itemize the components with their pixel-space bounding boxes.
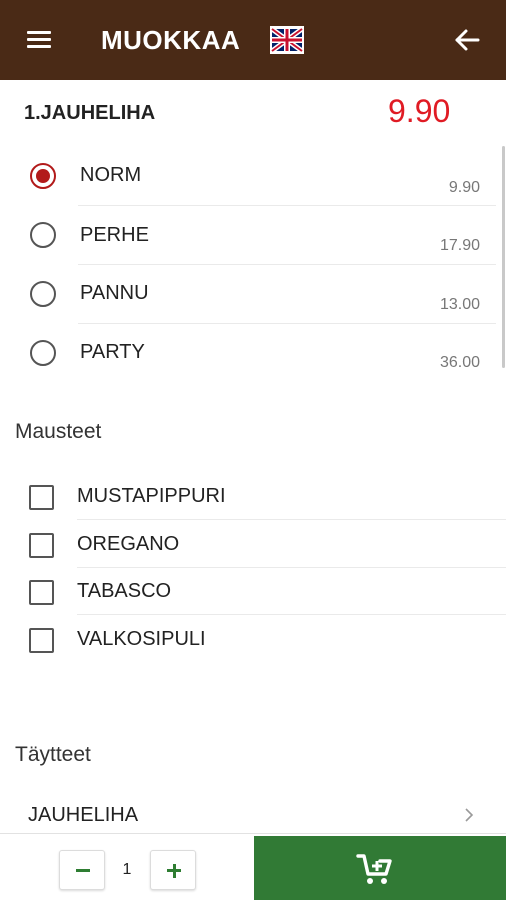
- size-option-party[interactable]: PARTY 36.00: [0, 325, 500, 383]
- divider: [78, 323, 496, 324]
- size-option-perhe[interactable]: PERHE 17.90: [0, 207, 500, 265]
- size-price: 9.90: [448, 179, 480, 196]
- size-option-norm[interactable]: NORM 9.90: [0, 148, 500, 206]
- spice-option-valkosipuli[interactable]: VALKOSIPULI: [0, 615, 506, 661]
- increase-quantity-button[interactable]: [150, 850, 196, 890]
- add-to-cart-button[interactable]: [254, 836, 506, 900]
- size-label: PANNU: [80, 282, 149, 304]
- spice-option-tabasco[interactable]: TABASCO: [0, 568, 506, 615]
- size-label: NORM: [80, 164, 142, 186]
- hamburger-menu-icon[interactable]: [25, 28, 55, 52]
- spice-label: MUSTAPIPPURI: [77, 485, 226, 507]
- product-price: 9.90: [388, 93, 451, 129]
- spice-option-mustapippuri[interactable]: MUSTAPIPPURI: [0, 473, 506, 520]
- radio-button[interactable]: [30, 281, 56, 307]
- size-option-pannu[interactable]: PANNU 13.00: [0, 266, 500, 324]
- bottom-action-bar: 1: [0, 833, 506, 900]
- size-label: PARTY: [80, 341, 145, 363]
- minus-icon: [76, 869, 90, 872]
- checkbox[interactable]: [29, 628, 54, 653]
- spice-label: TABASCO: [77, 580, 172, 602]
- back-arrow-icon[interactable]: [450, 24, 484, 56]
- decrease-quantity-button[interactable]: [59, 850, 105, 890]
- divider: [78, 264, 496, 265]
- size-price: 17.90: [439, 237, 480, 254]
- spices-section-title: Mausteet: [15, 420, 102, 443]
- radio-button[interactable]: [30, 340, 56, 366]
- uk-flag-icon[interactable]: [270, 26, 304, 54]
- divider: [77, 519, 506, 520]
- page-title: MUOKKAA: [101, 25, 241, 55]
- spice-label: VALKOSIPULI: [77, 628, 206, 650]
- divider: [78, 205, 496, 206]
- filling-label: JAUHELIHA: [28, 804, 139, 826]
- radio-button[interactable]: [30, 222, 56, 248]
- checkbox[interactable]: [29, 580, 54, 605]
- quantity-value: 1: [122, 861, 132, 878]
- checkbox[interactable]: [29, 533, 54, 558]
- size-price: 13.00: [439, 296, 480, 313]
- size-label: PERHE: [80, 224, 149, 246]
- checkbox[interactable]: [29, 485, 54, 510]
- radio-button-selected[interactable]: [30, 163, 56, 189]
- size-price: 36.00: [439, 354, 480, 371]
- fillings-section-title: Täytteet: [15, 743, 91, 766]
- product-name: 1.JAUHELIHA: [24, 102, 156, 124]
- chevron-right-icon: [460, 805, 478, 825]
- spice-option-oregano[interactable]: OREGANO: [0, 521, 506, 568]
- filling-item-jauheliha[interactable]: JAUHELIHA: [0, 795, 506, 835]
- scrollbar[interactable]: [502, 146, 505, 368]
- top-app-bar: MUOKKAA: [0, 0, 506, 80]
- spice-label: OREGANO: [77, 533, 180, 555]
- add-to-cart-icon: [356, 852, 394, 886]
